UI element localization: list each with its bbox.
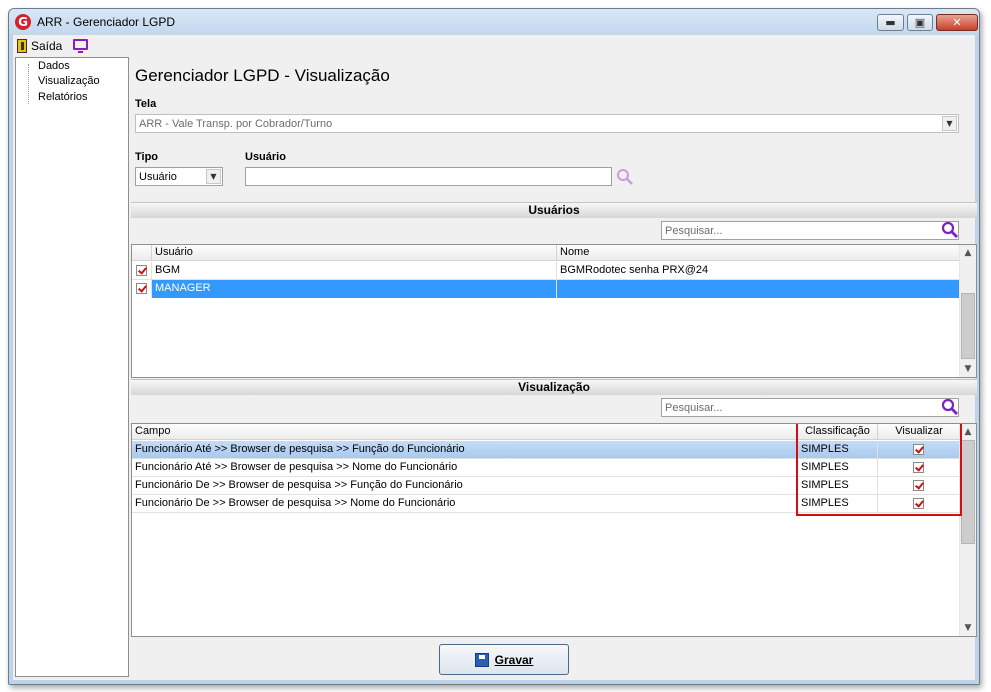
exit-label: Saída <box>31 39 63 53</box>
app-logo-icon: G <box>15 14 31 30</box>
cell-nome: BGMRodotec senha PRX@24 <box>557 262 961 280</box>
users-search-placeholder: Pesquisar... <box>665 225 723 237</box>
cell-usuario: MANAGER <box>152 280 557 298</box>
table-row[interactable]: MANAGER <box>132 280 961 298</box>
cell-usuario: BGM <box>152 262 557 280</box>
tela-label: Tela <box>135 98 157 110</box>
page-title: Gerenciador LGPD - Visualização <box>135 66 390 85</box>
cell-campo: Funcionário De >> Browser de pesquisa >>… <box>132 495 798 513</box>
tela-select-value: ARR - Vale Transp. por Cobrador/Turno <box>139 118 333 130</box>
chevron-down-icon[interactable]: ▼ <box>942 116 957 131</box>
maximize-button[interactable]: ▣ <box>907 14 933 31</box>
highlight-annotation-box <box>796 424 962 516</box>
chevron-down-icon[interactable]: ▼ <box>206 169 221 184</box>
tipo-select-value: Usuário <box>139 171 177 183</box>
minimize-button[interactable]: ▬ <box>877 14 904 31</box>
title-bar[interactable]: G ARR - Gerenciador LGPD ▬ ▣ ✕ <box>9 9 979 35</box>
table-row[interactable]: BGM BGMRodotec senha PRX@24 <box>132 262 961 280</box>
door-exit-icon <box>17 39 27 53</box>
row-check-cell[interactable] <box>132 280 152 298</box>
users-grid-header: Usuário Nome <box>132 245 961 261</box>
row-check-cell[interactable] <box>132 262 152 280</box>
toolbar: Saída <box>13 35 975 57</box>
sidebar-item-dados[interactable]: Dados <box>38 60 70 72</box>
view-section-header: Visualização <box>131 379 977 395</box>
sidebar-item-relatorios[interactable]: Relatórios <box>38 91 88 103</box>
cell-nome <box>557 280 961 298</box>
sidebar-item-visualizacao[interactable]: Visualização <box>38 75 100 87</box>
view-grid: Campo Classificação Visualizar Funcionár… <box>131 423 977 637</box>
monitor-icon[interactable] <box>73 39 88 53</box>
cell-campo: Funcionário De >> Browser de pesquisa >>… <box>132 477 798 495</box>
scroll-thumb[interactable] <box>961 293 975 359</box>
tela-select[interactable]: ARR - Vale Transp. por Cobrador/Turno ▼ <box>135 114 959 133</box>
scroll-thumb[interactable] <box>961 440 975 544</box>
exit-button[interactable]: Saída <box>17 38 62 54</box>
save-label: Gravar <box>494 652 534 667</box>
usuario-label: Usuário <box>245 151 286 163</box>
scroll-down-icon[interactable]: ▼ <box>960 361 976 377</box>
search-icon[interactable] <box>941 221 959 239</box>
maximize-icon: ▣ <box>914 16 926 29</box>
view-search-placeholder: Pesquisar... <box>665 402 723 414</box>
users-search-input[interactable]: Pesquisar... <box>661 221 959 240</box>
window-title: ARR - Gerenciador LGPD <box>37 15 176 29</box>
column-header-campo[interactable]: Campo <box>132 424 798 440</box>
tipo-select[interactable]: Usuário ▼ <box>135 167 223 186</box>
footer: Gravar <box>13 633 975 680</box>
search-icon[interactable] <box>616 168 634 186</box>
app-window: G ARR - Gerenciador LGPD ▬ ▣ ✕ Saída Dad… <box>8 8 980 685</box>
client-area: Saída Dados Visualização Relatórios Gere… <box>13 35 977 680</box>
checkbox[interactable] <box>136 265 147 276</box>
tree-connector <box>28 64 29 104</box>
users-grid-scrollbar[interactable]: ▲ ▼ <box>959 245 976 377</box>
cell-campo: Funcionário Até >> Browser de pesquisa >… <box>132 441 798 459</box>
usuario-input[interactable] <box>245 167 612 186</box>
close-button[interactable]: ✕ <box>936 14 978 31</box>
floppy-disk-icon <box>474 652 489 667</box>
minimize-icon: ▬ <box>885 16 896 29</box>
search-icon[interactable] <box>941 398 959 416</box>
sidebar-tree: Dados Visualização Relatórios <box>15 57 129 677</box>
column-header-usuario[interactable]: Usuário <box>152 245 557 261</box>
users-check-column <box>132 245 152 261</box>
users-section-header: Usuários <box>131 202 977 218</box>
main-panel: Gerenciador LGPD - Visualização Tela ARR… <box>131 57 977 677</box>
cell-campo: Funcionário Até >> Browser de pesquisa >… <box>132 459 798 477</box>
column-header-nome[interactable]: Nome <box>557 245 961 261</box>
save-button[interactable]: Gravar <box>439 644 569 675</box>
close-icon: ✕ <box>952 16 962 29</box>
view-search-input[interactable]: Pesquisar... <box>661 398 959 417</box>
scroll-up-icon[interactable]: ▲ <box>960 424 976 440</box>
scroll-up-icon[interactable]: ▲ <box>960 245 976 261</box>
checkbox[interactable] <box>136 283 147 294</box>
tipo-label: Tipo <box>135 151 159 163</box>
users-grid: Usuário Nome BGM BGMRodotec senha PRX@24… <box>131 244 977 378</box>
